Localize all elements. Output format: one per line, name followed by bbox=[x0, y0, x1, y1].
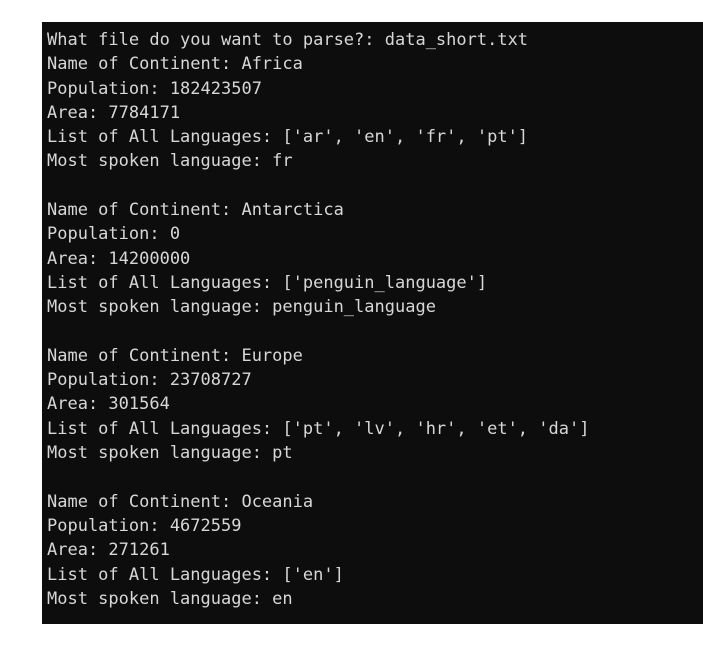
console-line: Population: 4672559 bbox=[47, 515, 242, 536]
terminal-output-panel[interactable]: What file do you want to parse?: data_sh… bbox=[42, 22, 703, 624]
page-backdrop: What file do you want to parse?: data_sh… bbox=[0, 0, 703, 652]
console-line: What file do you want to parse?: data_sh… bbox=[47, 30, 529, 50]
console-line: Name of Continent: Africa bbox=[47, 54, 303, 75]
console-line: Population: 0 bbox=[47, 224, 181, 245]
console-line: Name of Continent: Antarctica bbox=[47, 200, 344, 221]
console-line: List of All Languages: ['en'] bbox=[47, 564, 344, 585]
console-line: List of All Languages: ['ar', 'en', 'fr'… bbox=[47, 127, 529, 148]
console-output-text: What file do you want to parse?: data_sh… bbox=[47, 28, 703, 611]
console-line: Area: 301564 bbox=[47, 394, 170, 415]
console-line: Population: 23708727 bbox=[47, 370, 252, 391]
console-line: Most spoken language: penguin_language bbox=[47, 297, 436, 318]
console-line: Name of Continent: Europe bbox=[47, 345, 303, 366]
console-line: Name of Continent: Oceania bbox=[47, 491, 314, 512]
console-line: List of All Languages: ['pt', 'lv', 'hr'… bbox=[47, 418, 590, 439]
console-line: Most spoken language: pt bbox=[47, 443, 293, 464]
console-line: Area: 271261 bbox=[47, 540, 170, 561]
console-line: Area: 14200000 bbox=[47, 248, 191, 269]
console-line: List of All Languages: ['penguin_languag… bbox=[47, 272, 488, 293]
console-line: Area: 7784171 bbox=[47, 102, 181, 123]
console-line: Most spoken language: fr bbox=[47, 151, 293, 172]
console-line: Population: 182423507 bbox=[47, 78, 262, 99]
console-line: Most spoken language: en bbox=[47, 588, 293, 609]
